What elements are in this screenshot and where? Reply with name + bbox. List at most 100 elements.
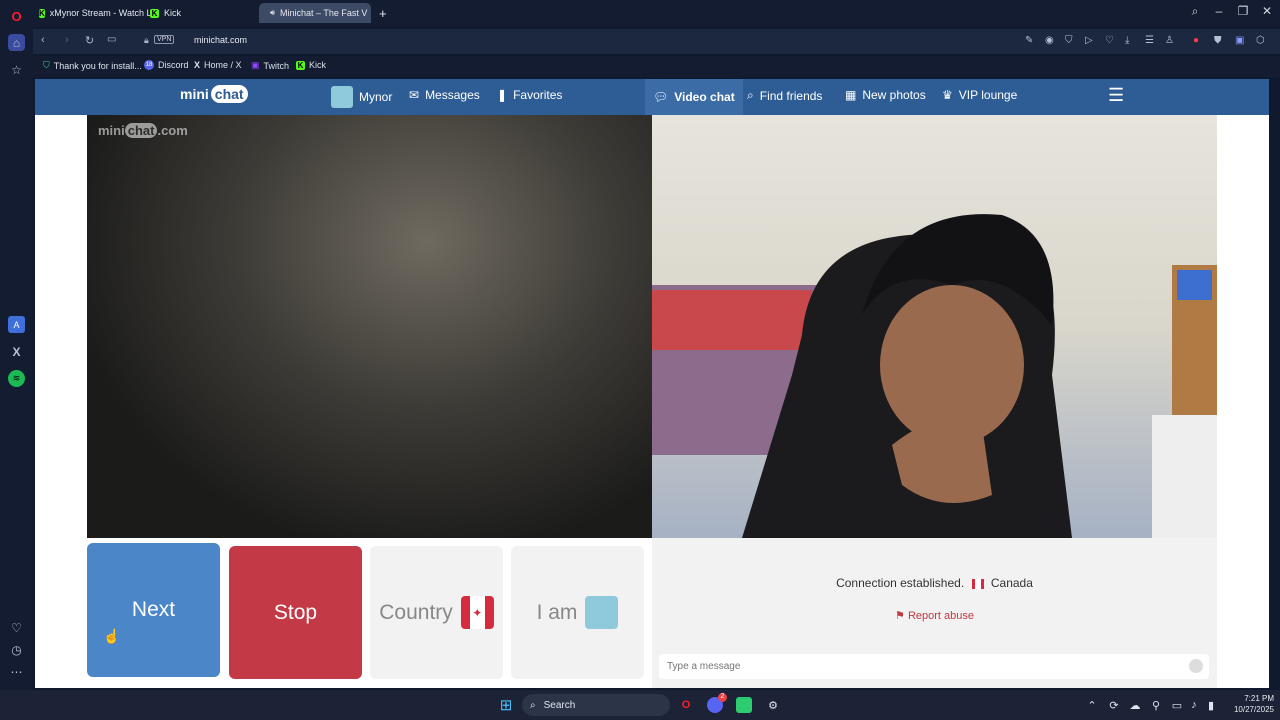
app-taskbar-icon[interactable]: [736, 697, 752, 713]
vpn-badge[interactable]: VPN: [154, 35, 175, 44]
settings-taskbar-icon[interactable]: ⚙: [765, 697, 781, 713]
clock-time: 7:21 PM: [1244, 694, 1274, 703]
clock-date: 10/27/2025: [1233, 705, 1274, 714]
extension-twitch-icon[interactable]: ▣: [1235, 35, 1244, 46]
cloud-icon[interactable]: ☁: [1127, 697, 1143, 713]
heart-icon[interactable]: ♡: [1105, 35, 1114, 46]
emoji-icon[interactable]: [1189, 659, 1203, 673]
play-icon[interactable]: ▷: [1085, 35, 1093, 46]
nav-profile[interactable]: Mynor: [331, 86, 392, 108]
nav-label: Find friends: [759, 88, 823, 103]
sync-icon[interactable]: ⟳: [1106, 697, 1122, 713]
tab-bar: K xMynor Stream - Watch Li K Kick 🔊︎ Min…: [33, 0, 1280, 27]
message-input[interactable]: [659, 654, 1169, 679]
clock[interactable]: 7:21 PM 10/27/2025: [1224, 693, 1274, 715]
download-icon[interactable]: ⤓: [1125, 35, 1129, 46]
extension-cube-icon[interactable]: ⬡: [1256, 35, 1265, 46]
bookmark-label: Discord: [158, 60, 189, 70]
speaker-icon[interactable]: 🔊︎: [270, 8, 275, 18]
gender-button[interactable]: I am: [511, 546, 644, 679]
maximize-button[interactable]: ❐: [1233, 4, 1253, 18]
tray-chevron-icon[interactable]: ⌃: [1084, 697, 1100, 713]
tab-xmynor-stream[interactable]: K xMynor Stream - Watch Li: [33, 3, 153, 23]
tab-kick[interactable]: K Kick: [144, 3, 196, 23]
home-icon[interactable]: ⌂: [8, 34, 25, 51]
logo-text: mini: [180, 86, 209, 102]
minimize-button[interactable]: –: [1209, 4, 1229, 18]
aria-icon[interactable]: A: [8, 316, 25, 333]
nav-find-friends[interactable]: ⌕ Find friends: [747, 88, 822, 103]
stop-button[interactable]: Stop: [229, 546, 362, 679]
discord-icon: 18: [144, 60, 154, 70]
extension-red-icon[interactable]: ●: [1193, 35, 1199, 46]
search-label: Search: [543, 699, 576, 711]
bookmark-kick[interactable]: K Kick: [296, 60, 326, 70]
site-nav: mini chat Mynor ✉ Messages ❚ Favorites 💬…: [35, 79, 1269, 115]
x-icon: X: [194, 60, 201, 70]
tab-minichat[interactable]: 🔊︎ Minichat – The Fast V: [259, 3, 371, 23]
search-icon: ⌕: [747, 88, 754, 102]
snapshot-icon[interactable]: ▭: [107, 34, 116, 45]
mouse-cursor-icon: ☝: [103, 628, 121, 644]
edit-icon[interactable]: ✎: [1025, 35, 1033, 46]
avatar-icon: [331, 86, 353, 108]
url-field[interactable]: minichat.com: [194, 35, 247, 45]
report-abuse-link[interactable]: ⚑ Report abuse: [652, 609, 1217, 622]
display-icon[interactable]: ▭: [1169, 697, 1185, 713]
nav-messages[interactable]: ✉ Messages: [409, 88, 480, 102]
camera-icon[interactable]: ◉: [1045, 35, 1054, 46]
star-icon[interactable]: ☆: [8, 61, 25, 78]
heart-icon[interactable]: ♡: [8, 619, 25, 636]
discord-taskbar-icon[interactable]: 2: [707, 693, 727, 713]
local-video: mini chat .com: [87, 115, 652, 538]
forward-icon[interactable]: ›: [65, 34, 69, 46]
bookmark-label: Twitch: [263, 60, 290, 71]
shield-icon[interactable]: ⛉: [1065, 35, 1073, 46]
battery-icon[interactable]: ▮: [1203, 697, 1219, 713]
mic-icon[interactable]: ⚲: [1148, 697, 1164, 713]
next-button[interactable]: Next: [87, 543, 220, 677]
history-icon[interactable]: ◷: [8, 641, 25, 658]
bookmark-label: Kick: [309, 60, 327, 70]
country-button[interactable]: Country ✦: [370, 546, 503, 679]
extension-shield-icon[interactable]: ⛊: [1214, 35, 1222, 46]
shield-icon: ⛉: [43, 60, 50, 70]
nav-video-chat[interactable]: 💬︎ Video chat: [645, 79, 743, 115]
nav-new-photos[interactable]: ▦ New photos: [845, 88, 926, 102]
lock-icon[interactable]: 🔒︎: [144, 35, 149, 46]
report-label: Report abuse: [907, 610, 974, 622]
close-button[interactable]: ✕: [1257, 4, 1277, 18]
country-text: Canada: [990, 576, 1033, 590]
remote-video: [652, 115, 1217, 538]
bookmark-discord[interactable]: 18 Discord: [144, 60, 189, 70]
opera-logo-icon[interactable]: O: [8, 8, 25, 25]
bookmark-twitch[interactable]: ▣ Twitch: [251, 60, 289, 71]
crown-icon: ♛: [942, 88, 953, 102]
minichat-logo[interactable]: mini chat: [180, 85, 248, 103]
new-tab-button[interactable]: +: [373, 3, 395, 23]
nav-label: Mynor: [359, 90, 393, 104]
profile-icon[interactable]: ♙: [1165, 35, 1174, 46]
spotify-icon[interactable]: ≋: [8, 370, 25, 387]
bookmark-thank-you[interactable]: ⛉ Thank you for install...: [43, 60, 142, 71]
more-icon[interactable]: ⋯: [8, 663, 25, 680]
bookmark-x[interactable]: X Home / X: [194, 60, 242, 70]
back-icon[interactable]: ‹: [41, 34, 45, 46]
flag-icon: ⚑: [895, 610, 905, 622]
opera-taskbar-icon[interactable]: O: [678, 697, 694, 713]
nav-favorites[interactable]: ❚ Favorites: [497, 88, 562, 102]
x-icon[interactable]: X: [8, 343, 25, 360]
windows-start-icon[interactable]: ⊞: [498, 697, 514, 714]
chat-bubble-icon: 💬︎: [653, 90, 669, 104]
reload-icon[interactable]: ↻: [85, 34, 94, 47]
nav-vip-lounge[interactable]: ♛ VIP lounge: [942, 88, 1017, 102]
search-icon[interactable]: ⌕: [1185, 4, 1205, 19]
menu-icon[interactable]: ☰: [1145, 35, 1154, 46]
button-label: Next: [131, 598, 176, 621]
volume-icon[interactable]: ♪: [1186, 697, 1202, 713]
tab-label: Kick: [164, 8, 182, 18]
taskbar-search[interactable]: ⌕ Search: [522, 694, 670, 716]
bookmark-icon: ❚: [497, 88, 508, 102]
bookmark-label: Thank you for install...: [53, 60, 142, 71]
hamburger-menu-icon[interactable]: ☰: [1108, 85, 1124, 106]
